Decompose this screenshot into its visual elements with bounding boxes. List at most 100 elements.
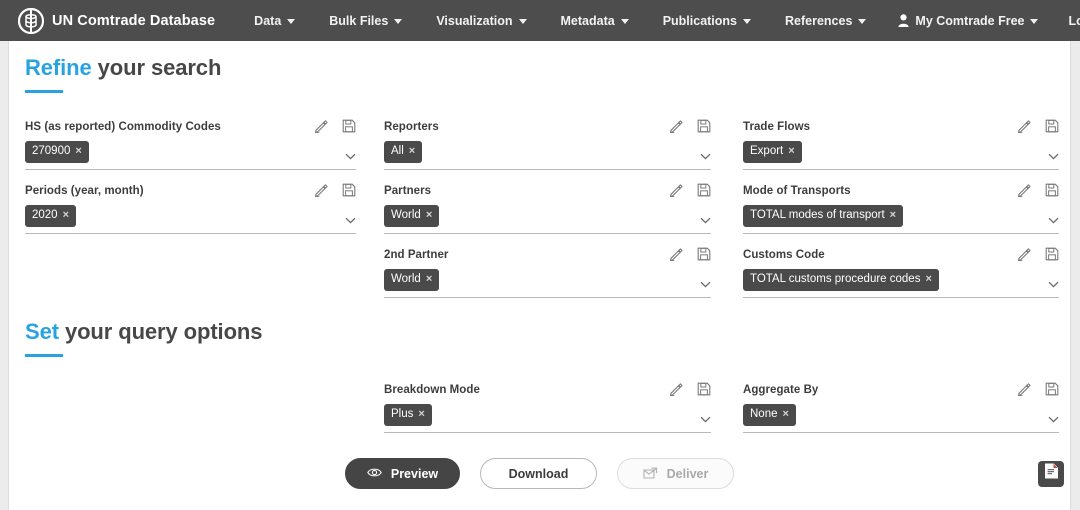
field-control[interactable]: 2020 × [25,205,356,227]
save-query-button[interactable] [1038,460,1064,487]
download-button[interactable]: Download [480,458,597,489]
pencil-icon[interactable] [314,183,328,198]
floppy-disk-icon[interactable] [1045,183,1059,197]
chip-remove-icon[interactable]: × [426,274,432,285]
field-control[interactable]: World × [384,205,711,227]
nav-item-publications[interactable]: Publications [646,0,768,41]
chip-remove-icon[interactable]: × [925,274,931,285]
chip[interactable]: 270900 × [25,141,89,163]
chevron-down-icon[interactable] [1048,147,1059,160]
floppy-disk-icon[interactable] [697,183,711,197]
field-tools [1017,119,1059,134]
chip-label: 2020 [32,209,58,221]
nav-menu: Data Bulk Files Visualization Metadata P… [237,0,883,41]
chip-label: TOTAL customs procedure codes [750,273,921,285]
refine-column-2: Reporters All × Partners World × 2nd Par… [380,119,735,311]
floppy-disk-icon[interactable] [1045,247,1059,261]
field-control[interactable]: Plus × [384,404,711,426]
field-control[interactable]: None × [743,404,1059,426]
chip-remove-icon[interactable]: × [426,210,432,221]
nav-item-metadata[interactable]: Metadata [544,0,646,41]
chevron-down-icon[interactable] [700,410,711,423]
deliver-icon [643,467,658,480]
nav-item-label: Bulk Files [329,13,389,28]
refine-heading-rest: your search [91,55,222,80]
chip-remove-icon[interactable]: × [788,146,794,157]
field-label: Customs Code [743,249,825,261]
nav-item-references[interactable]: References [768,0,883,41]
pencil-icon[interactable] [669,183,683,198]
field-control[interactable]: All × [384,141,711,163]
chip[interactable]: All × [384,141,423,163]
chevron-down-icon[interactable] [700,211,711,224]
pencil-icon[interactable] [314,119,328,134]
chip[interactable]: TOTAL modes of transport × [743,205,904,227]
preview-button[interactable]: Preview [345,458,460,489]
field-reporters: Reporters All × [384,119,711,170]
floppy-disk-icon[interactable] [1045,382,1059,396]
account-menu[interactable]: My Comtrade Free [883,0,1053,41]
field-label: 2nd Partner [384,249,449,261]
chevron-down-icon[interactable] [700,275,711,288]
chip-remove-icon[interactable]: × [418,409,424,420]
nav-item-label: Data [254,13,282,28]
chip-label: World [391,209,421,221]
field-control[interactable]: Export × [743,141,1059,163]
field-label: Breakdown Mode [384,384,480,396]
field-control[interactable]: TOTAL customs procedure codes × [743,269,1059,291]
deliver-button: Deliver [617,458,734,489]
nav-item-data[interactable]: Data [237,0,312,41]
chevron-down-icon[interactable] [700,147,711,160]
floppy-disk-icon[interactable] [342,183,356,197]
chip-remove-icon[interactable]: × [409,146,415,157]
pencil-icon[interactable] [1017,183,1031,198]
pencil-icon[interactable] [1017,382,1031,397]
pencil-icon[interactable] [669,247,683,262]
chip-remove-icon[interactable]: × [890,210,896,221]
query-options-spacer [25,382,356,433]
field-control[interactable]: TOTAL modes of transport × [743,205,1059,227]
chip[interactable]: World × [384,205,440,227]
chip-remove-icon[interactable]: × [63,210,69,221]
chip[interactable]: World × [384,269,440,291]
refine-section: Refine your search [9,41,1070,93]
pencil-icon[interactable] [669,382,683,397]
floppy-disk-icon[interactable] [697,247,711,261]
brand[interactable]: UN Comtrade Database [17,7,215,34]
action-bar: Preview Download Deliver [9,458,1070,489]
field-aggregate-by: Aggregate By None × [743,382,1059,433]
field-label: Periods (year, month) [25,185,144,197]
floppy-disk-icon[interactable] [342,119,356,133]
chip[interactable]: TOTAL customs procedure codes × [743,269,939,291]
chip[interactable]: Plus × [384,404,432,426]
floppy-disk-icon[interactable] [697,119,711,133]
top-navbar: UN Comtrade Database Data Bulk Files Vis… [0,0,1080,41]
field-control[interactable]: World × [384,269,711,291]
field-control[interactable]: 270900 × [25,141,356,163]
chip[interactable]: Export × [743,141,802,163]
chevron-down-icon[interactable] [1048,211,1059,224]
nav-right: My Comtrade Free Logout [883,0,1080,41]
field-tools [314,183,356,198]
user-icon [898,14,910,27]
refine-grid: HS (as reported) Commodity Codes 270900 … [9,93,1070,311]
chevron-down-icon [620,19,629,24]
pencil-icon[interactable] [1017,247,1031,262]
pencil-icon[interactable] [1017,119,1031,134]
chip[interactable]: 2020 × [25,205,77,227]
field-2nd-partner: 2nd Partner World × [384,247,711,298]
chevron-down-icon[interactable] [345,147,356,160]
field-tools [669,382,711,397]
chevron-down-icon[interactable] [1048,275,1059,288]
floppy-disk-icon[interactable] [1045,119,1059,133]
nav-item-visualization[interactable]: Visualization [419,0,543,41]
chip-remove-icon[interactable]: × [75,146,81,157]
chevron-down-icon[interactable] [345,211,356,224]
chevron-down-icon[interactable] [1048,410,1059,423]
pencil-icon[interactable] [669,119,683,134]
logout-button[interactable]: Logout [1053,0,1080,41]
nav-item-bulk-files[interactable]: Bulk Files [312,0,419,41]
floppy-disk-icon[interactable] [697,382,711,396]
chip[interactable]: None × [743,404,796,426]
chip-remove-icon[interactable]: × [783,409,789,420]
